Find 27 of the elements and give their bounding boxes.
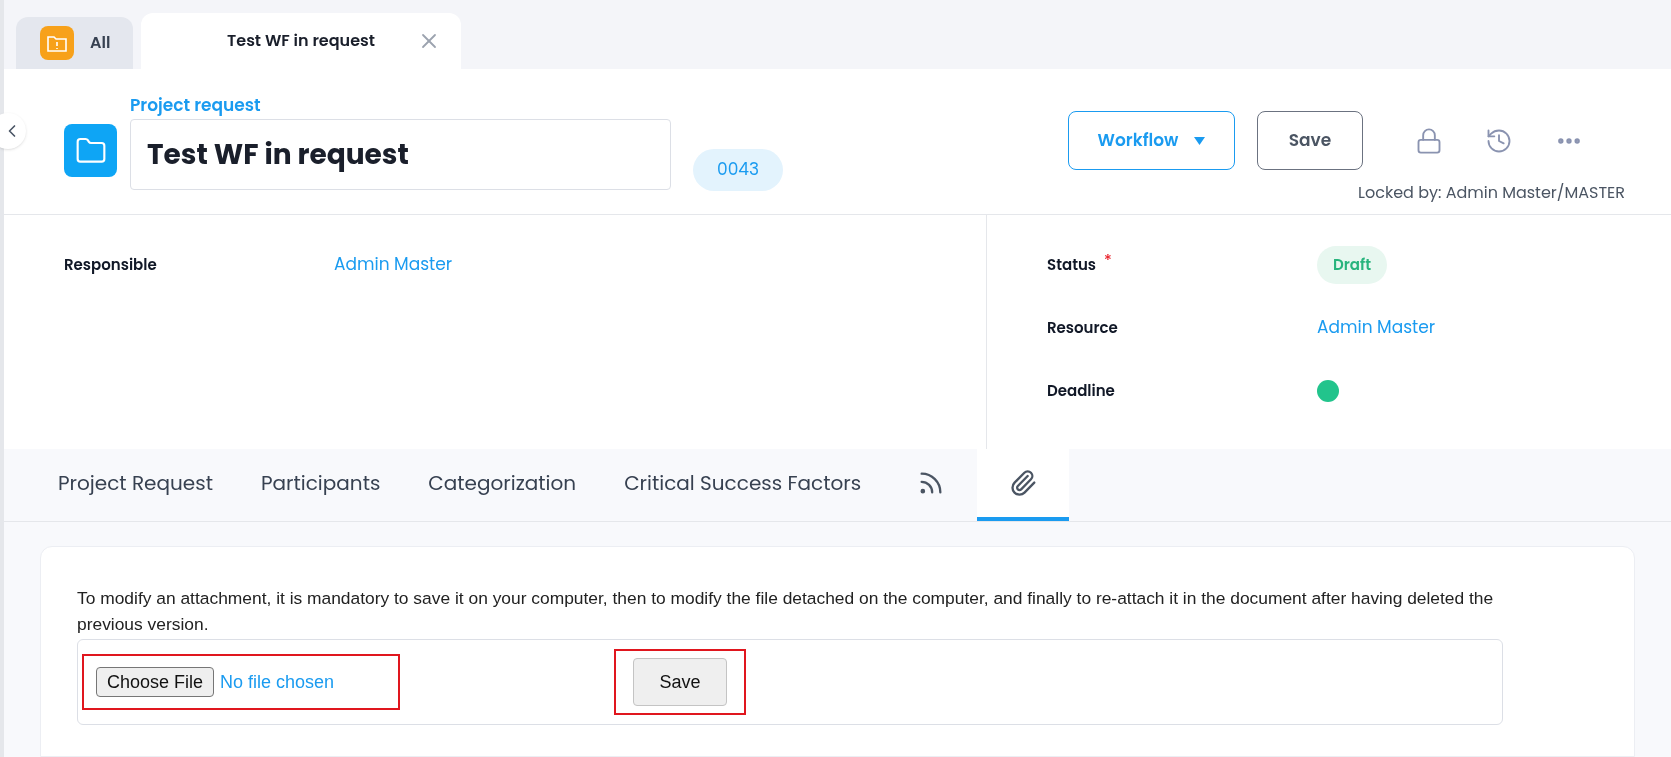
section-tab[interactable]: Project Request	[34, 449, 237, 521]
required-mark: *	[1104, 249, 1112, 273]
file-status-text: No file chosen	[220, 670, 335, 694]
field-label: Status	[1047, 253, 1097, 277]
field-label: Resource	[1047, 316, 1118, 340]
locked-by-text: Locked by: Admin Master/MASTER	[1358, 181, 1625, 205]
choose-file-button[interactable]: Choose File	[96, 667, 215, 697]
status-badge: Draft	[1317, 245, 1387, 285]
folder-alert-icon	[40, 26, 74, 60]
upload-save-button[interactable]: Save	[633, 658, 727, 706]
collapse-handle[interactable]	[0, 113, 26, 149]
section-tab[interactable]: Critical Success Factors	[600, 449, 886, 521]
field-label: Responsible	[64, 253, 157, 277]
folder-icon	[64, 124, 117, 177]
paperclip-icon	[1009, 469, 1038, 497]
section-tab[interactable]: Categorization	[404, 449, 601, 521]
attachment-instructions: To modify an attachment, it is mandatory to save it on your computer, then to modify the file detached on the computer, and finally to re-attach it in the document after having deleted the previous version.	[77, 587, 1495, 636]
section-tab[interactable]	[977, 449, 1070, 521]
document-type-label: Project request	[130, 93, 262, 117]
section-tab[interactable]: Participants	[236, 449, 405, 521]
caret-icon	[1194, 136, 1206, 145]
save-button[interactable]: Save	[1257, 111, 1363, 170]
document-tab[interactable]: Test WF in request	[141, 13, 461, 69]
field-label: Deadline	[1047, 379, 1115, 403]
title-field[interactable]: Test WF in request	[130, 119, 671, 190]
document-number-badge: 0043	[693, 149, 784, 191]
document-tab[interactable]: All	[16, 17, 133, 69]
